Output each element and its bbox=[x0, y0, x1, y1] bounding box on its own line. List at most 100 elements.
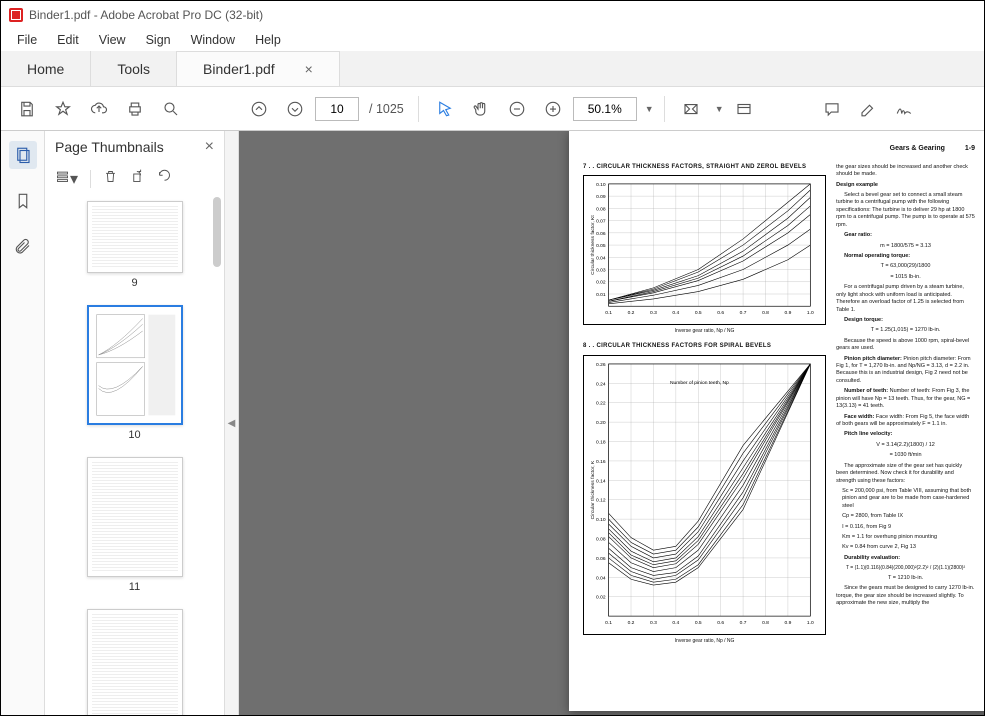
thumbnail-preview bbox=[87, 305, 183, 425]
tab-bar: Home Tools Binder1.pdf × bbox=[1, 51, 984, 87]
close-tab-icon[interactable]: × bbox=[305, 61, 313, 77]
page-section-title: Gears & Gearing bbox=[890, 145, 945, 154]
svg-text:0.14: 0.14 bbox=[596, 478, 606, 484]
menu-help[interactable]: Help bbox=[245, 31, 291, 49]
save-button[interactable] bbox=[11, 93, 43, 125]
window-title: Binder1.pdf - Adobe Acrobat Pro DC (32-b… bbox=[29, 8, 263, 22]
highlight-button[interactable] bbox=[852, 93, 884, 125]
collapse-panel-button[interactable]: ◀ bbox=[225, 131, 239, 715]
thumbnail-label: 10 bbox=[75, 429, 194, 441]
svg-text:0.10: 0.10 bbox=[596, 182, 606, 188]
svg-text:0.02: 0.02 bbox=[596, 594, 606, 600]
thumbnail-item[interactable]: 9 bbox=[75, 201, 194, 289]
fit-width-button[interactable] bbox=[675, 93, 707, 125]
print-button[interactable] bbox=[119, 93, 151, 125]
svg-text:0.16: 0.16 bbox=[596, 459, 606, 465]
sign-button[interactable] bbox=[888, 93, 920, 125]
svg-text:0.3: 0.3 bbox=[650, 620, 657, 626]
delete-page-button[interactable] bbox=[103, 169, 118, 189]
toolbar: / 1025 50.1% ▼ ▼ bbox=[1, 87, 984, 131]
rotate-page-button[interactable] bbox=[130, 169, 145, 189]
menu-sign[interactable]: Sign bbox=[136, 31, 181, 49]
find-button[interactable] bbox=[155, 93, 187, 125]
read-mode-button[interactable] bbox=[728, 93, 760, 125]
zoom-out-button[interactable] bbox=[501, 93, 533, 125]
main-area: Page Thumbnails × ▾ 9 bbox=[1, 131, 984, 715]
star-button[interactable] bbox=[47, 93, 79, 125]
thumbnail-label: 11 bbox=[75, 581, 194, 593]
document-view[interactable]: Gears & Gearing 1-9 7 . . CIRCULAR THICK… bbox=[239, 131, 984, 715]
svg-text:0.08: 0.08 bbox=[596, 536, 606, 542]
svg-text:Circular thickness factor, K: Circular thickness factor, K bbox=[590, 460, 596, 519]
svg-text:0.01: 0.01 bbox=[596, 292, 606, 298]
fit-caret-icon[interactable]: ▼ bbox=[715, 104, 724, 114]
zoom-in-button[interactable] bbox=[537, 93, 569, 125]
tab-tools[interactable]: Tools bbox=[91, 51, 177, 86]
thumbnail-preview bbox=[87, 457, 183, 577]
scrollbar-handle[interactable] bbox=[213, 197, 221, 267]
pan-tool-button[interactable] bbox=[465, 93, 497, 125]
svg-text:0.2: 0.2 bbox=[628, 620, 635, 626]
menu-edit[interactable]: Edit bbox=[47, 31, 89, 49]
page-total-label: / 1025 bbox=[369, 102, 404, 116]
page-up-button[interactable] bbox=[243, 93, 275, 125]
app-icon bbox=[9, 8, 23, 22]
menu-view[interactable]: View bbox=[89, 31, 136, 49]
svg-text:0.9: 0.9 bbox=[785, 310, 792, 316]
menu-window[interactable]: Window bbox=[181, 31, 245, 49]
svg-text:0.10: 0.10 bbox=[596, 517, 606, 523]
svg-text:0.02: 0.02 bbox=[596, 280, 606, 286]
svg-text:0.22: 0.22 bbox=[596, 400, 606, 406]
title-bar: Binder1.pdf - Adobe Acrobat Pro DC (32-b… bbox=[1, 1, 984, 29]
thumbnails-rail-button[interactable] bbox=[9, 141, 37, 169]
svg-text:0.9: 0.9 bbox=[784, 620, 791, 626]
svg-text:1.0: 1.0 bbox=[807, 310, 814, 316]
svg-text:0.7: 0.7 bbox=[740, 620, 747, 626]
svg-text:1.0: 1.0 bbox=[807, 620, 814, 626]
thumbnail-item[interactable]: 12 bbox=[75, 609, 194, 715]
svg-text:0.07: 0.07 bbox=[596, 219, 606, 225]
menu-file[interactable]: File bbox=[7, 31, 47, 49]
thumbnail-label: 9 bbox=[75, 277, 194, 289]
thumbnail-item[interactable]: 11 bbox=[75, 457, 194, 593]
tab-home[interactable]: Home bbox=[1, 51, 91, 86]
chart8-xlabel: Inverse gear ratio, Np / NG bbox=[584, 638, 825, 644]
close-panel-icon[interactable]: × bbox=[205, 138, 214, 156]
svg-text:0.4: 0.4 bbox=[672, 620, 679, 626]
comment-button[interactable] bbox=[816, 93, 848, 125]
svg-text:0.1: 0.1 bbox=[605, 620, 612, 626]
svg-text:0.04: 0.04 bbox=[596, 256, 606, 262]
zoom-select[interactable]: 50.1% bbox=[573, 97, 637, 121]
svg-text:0.05: 0.05 bbox=[596, 243, 606, 249]
page-text-column: the gear sizes should be increased and a… bbox=[836, 164, 975, 635]
tab-document[interactable]: Binder1.pdf × bbox=[177, 51, 340, 86]
thumbnails-title: Page Thumbnails bbox=[55, 139, 164, 155]
left-rail bbox=[1, 131, 45, 715]
svg-text:0.8: 0.8 bbox=[762, 310, 769, 316]
chart7-title: 7 . . CIRCULAR THICKNESS FACTORS, STRAIG… bbox=[583, 164, 826, 172]
thumb-options-button[interactable]: ▾ bbox=[55, 169, 78, 189]
thumbnail-item[interactable]: 10 bbox=[75, 305, 194, 441]
thumbnails-toolbar: ▾ bbox=[45, 163, 224, 195]
bookmarks-rail-button[interactable] bbox=[9, 187, 37, 215]
thumbnails-header: Page Thumbnails × bbox=[45, 131, 224, 163]
svg-text:0.1: 0.1 bbox=[605, 310, 612, 316]
tab-document-label: Binder1.pdf bbox=[203, 61, 275, 77]
page-down-button[interactable] bbox=[279, 93, 311, 125]
svg-text:0.2: 0.2 bbox=[628, 310, 635, 316]
select-tool-button[interactable] bbox=[429, 93, 461, 125]
svg-text:0.4: 0.4 bbox=[672, 310, 679, 316]
svg-text:0.26: 0.26 bbox=[596, 362, 606, 368]
thumbnail-preview bbox=[87, 201, 183, 273]
thumbnails-scrollbar[interactable] bbox=[212, 195, 222, 715]
svg-text:0.03: 0.03 bbox=[596, 268, 606, 274]
thumbnails-list[interactable]: 9 10 bbox=[45, 195, 224, 715]
page-number-input[interactable] bbox=[315, 97, 359, 121]
undo-button[interactable] bbox=[157, 169, 172, 189]
attachments-rail-button[interactable] bbox=[9, 233, 37, 261]
chart8-title: 8 . . CIRCULAR THICKNESS FACTORS FOR SPI… bbox=[583, 343, 826, 351]
upload-cloud-button[interactable] bbox=[83, 93, 115, 125]
zoom-caret-icon[interactable]: ▼ bbox=[645, 104, 654, 114]
chart7: 0.10.20.30.40.50.60.70.80.91.00.010.020.… bbox=[583, 175, 826, 325]
svg-text:0.3: 0.3 bbox=[650, 310, 657, 316]
